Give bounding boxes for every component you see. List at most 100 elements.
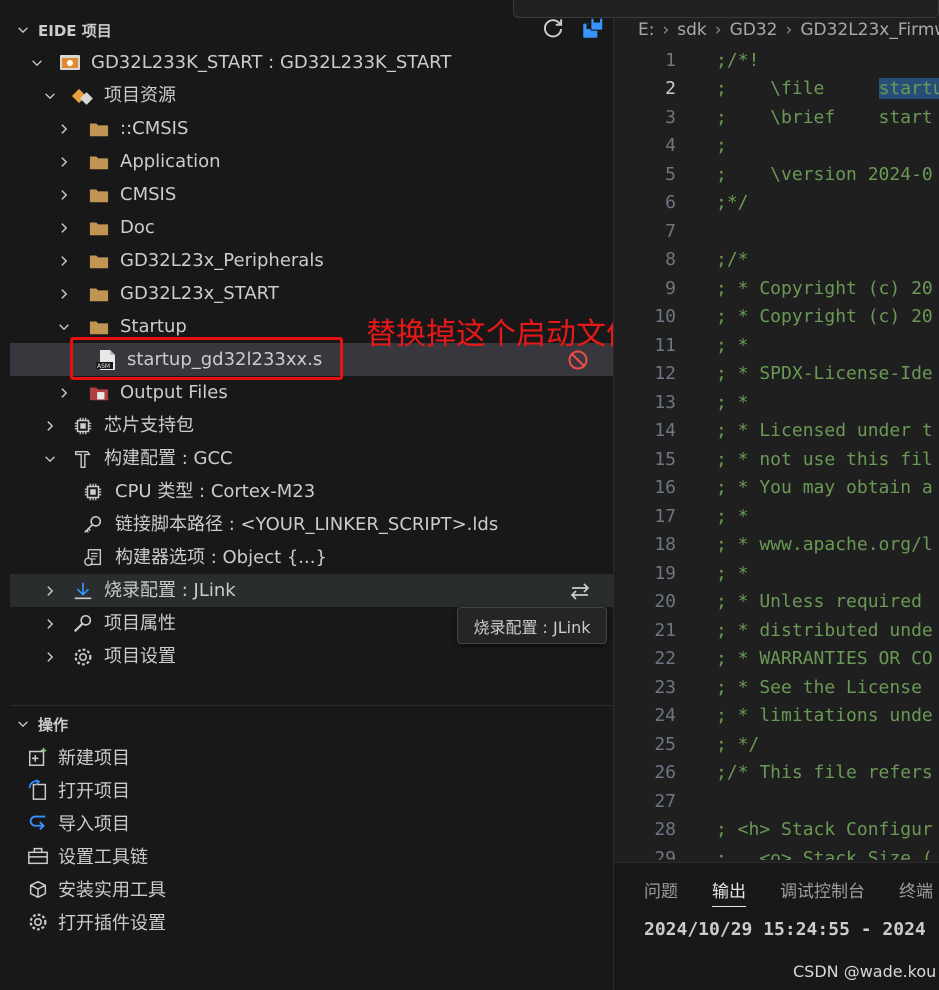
code-text-prefix: ; \file (716, 78, 879, 100)
line-number: 10 (654, 306, 676, 328)
code-line[interactable]: 19 ; * (614, 559, 939, 588)
chevron-down-icon (18, 27, 28, 34)
code-text: ; * SPDX-License-Ide (716, 363, 933, 385)
op-set-toolchain[interactable]: 设置工具链 (26, 839, 148, 872)
line-number: 2 (665, 78, 676, 100)
op-install-utilities[interactable]: 安装实用工具 (26, 872, 166, 905)
folder-icon (87, 184, 111, 206)
code-text: ; <o> Stack Size ( (716, 847, 933, 860)
tree-chip-pack[interactable]: 芯片支持包 (10, 409, 613, 442)
breadcrumb-item[interactable]: GD32 (730, 20, 778, 40)
tree-linker-script[interactable]: 链接脚本路径 : <YOUR_LINKER_SCRIPT>.lds (10, 508, 613, 541)
code-text: ; * You may obtain a (716, 477, 933, 499)
output-log-line: 2024/10/29 15:24:55 - 2024 (644, 919, 926, 940)
breadcrumb-item[interactable]: sdk (677, 20, 707, 40)
line-number: 20 (654, 591, 676, 613)
tree-folder-application[interactable]: Application (10, 145, 613, 178)
code-line[interactable]: 13 ; * (614, 388, 939, 417)
eide-sidebar: EIDE 项目 GD32L233K_START : GD32L233K_STAR… (0, 0, 613, 990)
code-line[interactable]: 20 ; * Unless required (614, 588, 939, 617)
code-line[interactable]: 17 ; * (614, 502, 939, 531)
folder-icon (87, 316, 111, 338)
key-icon (81, 514, 105, 536)
toolbox-icon (26, 845, 50, 867)
code-line[interactable]: 18 ; * www.apache.org/l (614, 531, 939, 560)
code-line[interactable]: 10 ; * Copyright (c) 20 (614, 303, 939, 332)
code-line[interactable]: 28 ; <h> Stack Configur (614, 816, 939, 845)
operations-section-header[interactable]: 操作 (0, 709, 613, 739)
op-new-project[interactable]: 新建项目 (26, 740, 130, 773)
refresh-icon[interactable] (540, 15, 566, 41)
tab-terminal[interactable]: 终端 (899, 877, 933, 907)
tree-project-root[interactable]: GD32L233K_START : GD32L233K_START (10, 46, 613, 79)
code-line[interactable]: 8 ;/* (614, 246, 939, 275)
code-line[interactable]: 4; (614, 132, 939, 161)
watermark: CSDN @wade.kou (793, 962, 937, 981)
code-line[interactable]: 15 ; * not use this fil (614, 445, 939, 474)
op-import-project[interactable]: 导入项目 (26, 806, 130, 839)
code-line[interactable]: 3 ; \brief start (614, 103, 939, 132)
op-plugin-settings[interactable]: 打开插件设置 (26, 905, 166, 938)
tree-folder-output-files[interactable]: Output Files (10, 376, 613, 409)
tree-folder-cmsis[interactable]: CMSIS (10, 178, 613, 211)
code-line[interactable]: 21 ; * distributed unde (614, 616, 939, 645)
tree-build-config[interactable]: 构建配置 : GCC (10, 442, 613, 475)
code-text: ; * (716, 562, 749, 584)
code-text: ; */ (716, 733, 760, 755)
code-line[interactable]: 12 ; * SPDX-License-Ide (614, 360, 939, 389)
eide-project-section-header[interactable]: EIDE 项目 (0, 15, 613, 45)
code-line[interactable]: 24 ; * limitations unde (614, 702, 939, 731)
code-text: ; * WARRANTIES OR CO (716, 648, 933, 670)
code-line[interactable]: 23 ; * See the License (614, 673, 939, 702)
breadcrumb-item[interactable]: GD32L23x_Firmw (800, 20, 939, 40)
save-workspace-icon[interactable] (580, 15, 606, 41)
annotation-text: 替换掉这个启动文件 (366, 317, 636, 352)
code-line[interactable]: 26 ;/* This file refers (614, 759, 939, 788)
tree-folder-cmsis-virtual[interactable]: ::CMSIS (10, 112, 613, 145)
code-text: ; * Unless required (716, 591, 922, 613)
breadcrumb-item[interactable]: E: (638, 20, 654, 40)
code-line[interactable]: 14 ; * Licensed under t (614, 417, 939, 446)
chevron-right-icon (47, 618, 54, 629)
tab-output[interactable]: 输出 (712, 877, 746, 907)
code-line[interactable]: 22 ; * WARRANTIES OR CO (614, 645, 939, 674)
tree-flash-config[interactable]: 烧录配置 : JLink (10, 574, 613, 607)
code-line[interactable]: 5 ; \version 2024-0 (614, 160, 939, 189)
code-line[interactable]: 29 ; <o> Stack Size ( (614, 844, 939, 860)
code-area[interactable]: 1 ;/*! 2; \file startu 3; \brief start 4; 5; … (614, 46, 939, 860)
open-project-icon (26, 778, 50, 801)
tree-cpu-type[interactable]: CPU 类型 : Cortex-M23 (10, 475, 613, 508)
switch-flasher-icon[interactable] (569, 580, 591, 602)
code-line[interactable]: 7 (614, 217, 939, 246)
tab-problems[interactable]: 问题 (644, 877, 678, 907)
code-text: ; * Copyright (c) 20 (716, 277, 933, 299)
code-line[interactable]: 2 ; \file startu (614, 75, 939, 104)
code-line[interactable]: 16 ; * You may obtain a (614, 474, 939, 503)
code-line[interactable]: 25 ; */ (614, 730, 939, 759)
chevron-down-icon (59, 323, 69, 330)
code-line[interactable]: 1 ;/*! (614, 46, 939, 75)
line-number: 14 (654, 420, 676, 442)
code-line[interactable]: 27 (614, 787, 939, 816)
tree-project-settings[interactable]: 项目设置 (10, 640, 613, 673)
tooltip: 烧录配置 : JLink (457, 607, 607, 644)
tree-project-resources[interactable]: 项目资源 (10, 79, 613, 112)
chevron-right-icon (47, 651, 54, 662)
chevron-right-icon (61, 156, 68, 167)
tab-debug-console[interactable]: 调试控制台 (780, 877, 865, 907)
line-number: 26 (654, 762, 676, 784)
chevron-down-icon (32, 59, 42, 66)
tree-builder-options[interactable]: 构建器选项 : Object {...} (10, 541, 613, 574)
line-number: 9 (665, 277, 676, 299)
tree-folder-start[interactable]: GD32L23x_START (10, 277, 613, 310)
code-line[interactable]: 9 ; * Copyright (c) 20 (614, 274, 939, 303)
breadcrumb-separator-icon: › (714, 20, 722, 40)
tree-folder-peripherals[interactable]: GD32L23x_Peripherals (10, 244, 613, 277)
code-text: ; * distributed unde (716, 619, 933, 641)
tree-folder-doc[interactable]: Doc (10, 211, 613, 244)
op-open-project[interactable]: 打开项目 (26, 773, 130, 806)
code-line[interactable]: 6 ;*/ (614, 189, 939, 218)
code-line[interactable]: 11 ; * (614, 331, 939, 360)
line-number: 23 (654, 676, 676, 698)
chevron-right-icon (47, 585, 54, 596)
